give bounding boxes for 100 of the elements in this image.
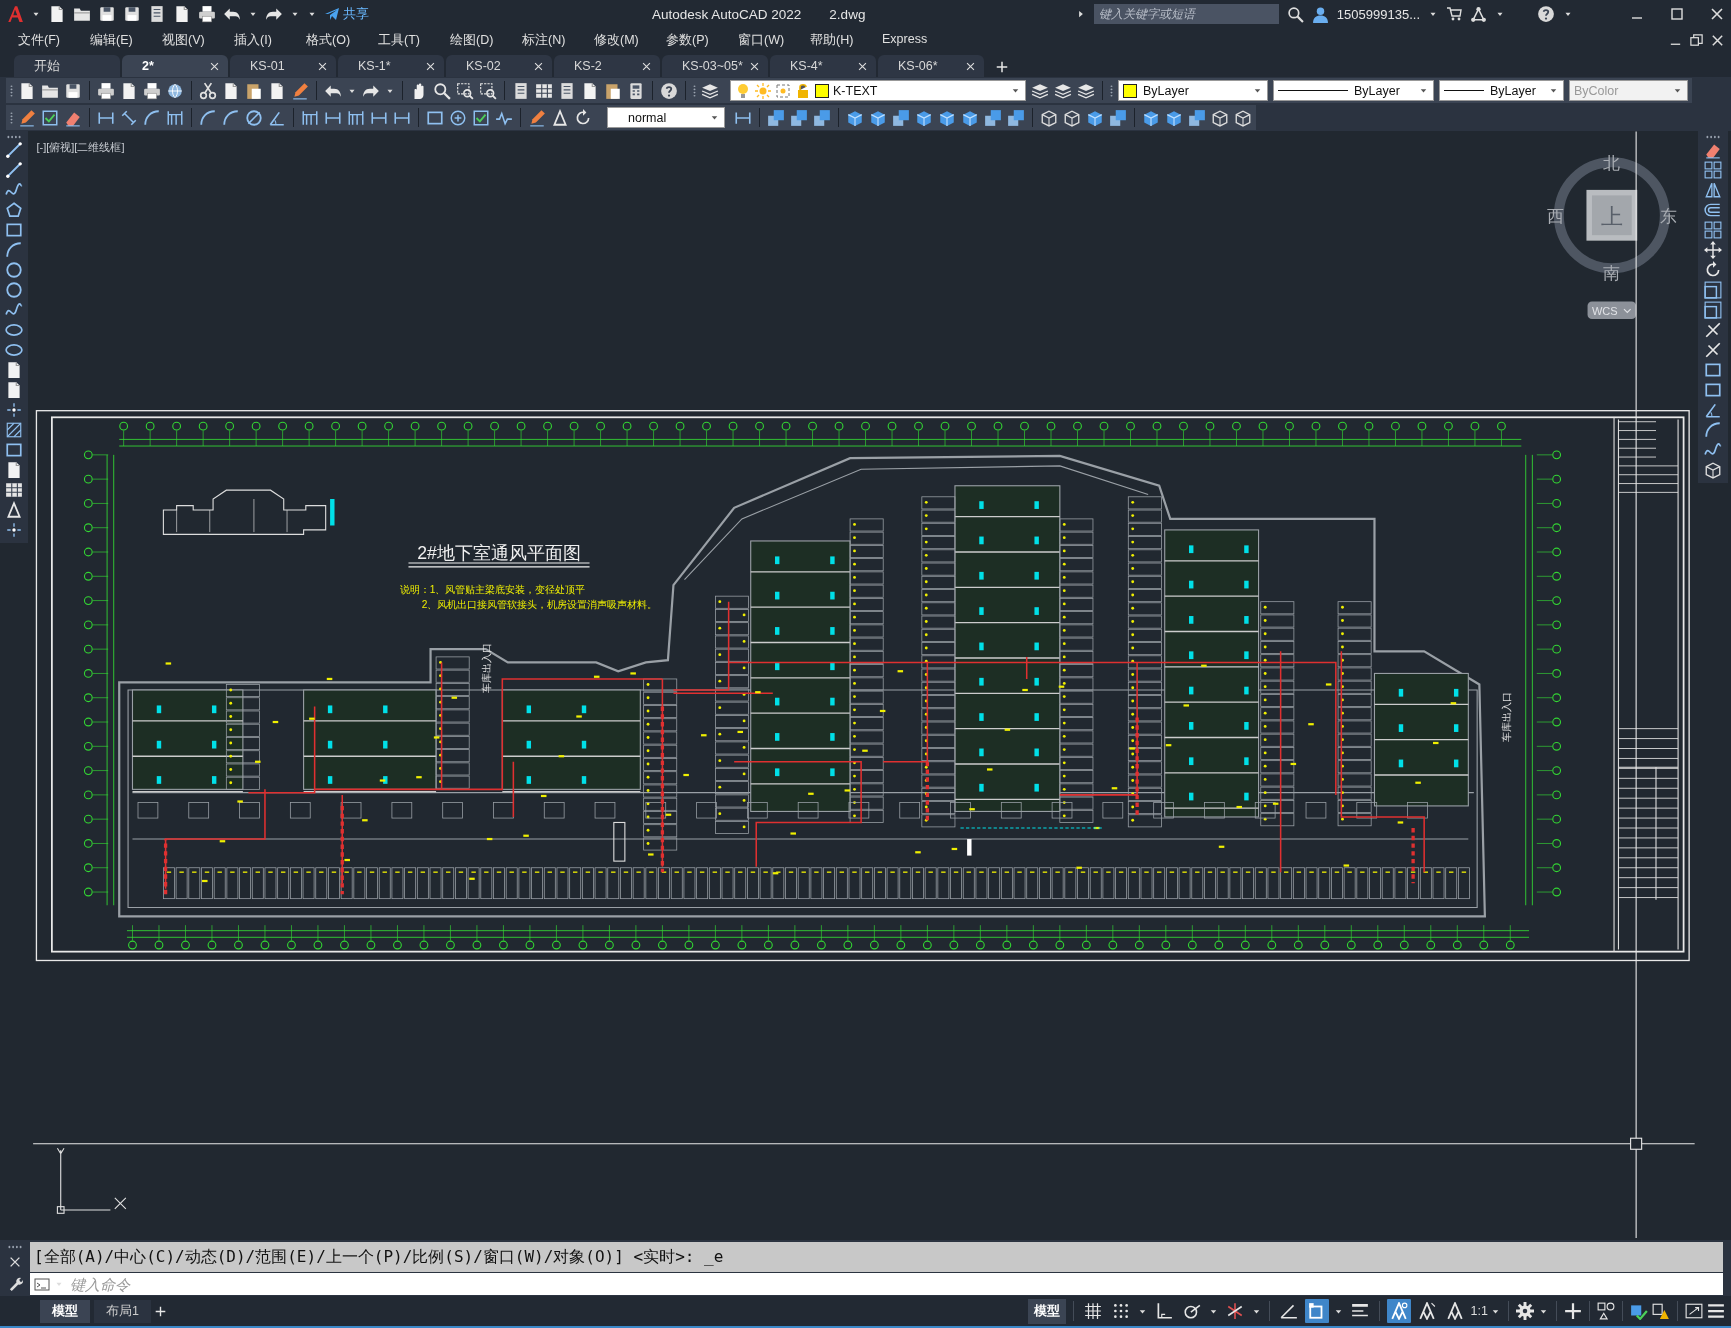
menu-item[interactable]: 绘图(D) (450, 31, 522, 49)
arc-icon[interactable] (222, 108, 240, 127)
layer-match-icon[interactable] (1031, 81, 1049, 100)
cube-icon[interactable] (984, 108, 1002, 127)
menu-item[interactable]: 文件(F) (18, 31, 90, 49)
app-logo-icon[interactable] (6, 5, 24, 23)
cube-icon[interactable] (846, 108, 864, 127)
cube-icon[interactable] (767, 108, 785, 127)
file-tab[interactable]: KS-1* (338, 55, 444, 77)
viewport-label[interactable]: [-][俯视][二维线框] (36, 141, 125, 154)
file-tab[interactable]: 开始 (14, 55, 120, 77)
layer-dropdown[interactable]: K-TEXT (730, 80, 1026, 101)
object-snap-toggle[interactable] (1304, 1299, 1329, 1323)
cube-icon[interactable] (915, 108, 933, 127)
cube-icon[interactable] (961, 108, 979, 127)
model-space-button[interactable]: 模型 (1027, 1298, 1066, 1324)
triangle-icon[interactable] (5, 501, 23, 519)
close-icon[interactable] (1710, 32, 1725, 48)
circle-icon[interactable] (5, 261, 23, 279)
user-name[interactable]: 1505999135... (1336, 6, 1420, 22)
plus-icon[interactable] (1564, 1302, 1582, 1320)
triangle-icon[interactable] (551, 108, 569, 127)
print-icon[interactable] (97, 81, 115, 100)
menu-item[interactable]: 帮助(H) (810, 31, 882, 49)
help-icon[interactable] (660, 81, 678, 100)
line-icon[interactable] (5, 161, 23, 179)
check-icon[interactable] (41, 108, 59, 127)
box-icon[interactable] (1234, 108, 1252, 127)
move-icon[interactable] (1704, 241, 1722, 259)
menu-item[interactable]: 修改(M) (594, 31, 666, 49)
share-button[interactable]: 共享 (324, 5, 369, 23)
cube-icon[interactable] (1086, 108, 1104, 127)
offset-icon[interactable] (1704, 201, 1722, 219)
layer-state-icon[interactable] (1077, 81, 1095, 100)
menu-item[interactable]: 插入(I) (234, 31, 306, 49)
compass-label[interactable]: 南 (1603, 264, 1621, 284)
inspection-icon[interactable] (472, 108, 490, 127)
file-tab[interactable]: KS-4* (770, 55, 876, 77)
menu-item[interactable]: 工具(T) (378, 31, 450, 49)
linetype-dropdown[interactable]: ByLayer (1273, 80, 1434, 101)
close-icon[interactable] (749, 60, 760, 72)
file-tab[interactable]: KS-03~05* (662, 55, 768, 77)
compass-label[interactable]: 西 (1547, 206, 1565, 226)
gear-icon[interactable] (1516, 1302, 1534, 1320)
cube-icon[interactable] (813, 108, 831, 127)
scale-icon[interactable] (1704, 281, 1722, 299)
polygon-icon[interactable] (5, 201, 23, 219)
add-tab-icon[interactable] (996, 61, 1008, 73)
menu-item[interactable]: 参数(P) (666, 31, 738, 49)
arc-icon[interactable] (143, 108, 161, 127)
table-icon[interactable] (5, 481, 23, 499)
wrench-icon[interactable] (7, 1275, 23, 1291)
plot-icon[interactable] (143, 81, 161, 100)
box-icon[interactable] (1211, 108, 1229, 127)
line-icon[interactable] (5, 141, 23, 159)
save-as-icon[interactable] (123, 5, 141, 23)
arc-icon[interactable] (199, 108, 217, 127)
cube-icon[interactable] (892, 108, 910, 127)
new-file-icon[interactable] (48, 5, 66, 23)
box-icon[interactable] (1040, 108, 1058, 127)
user-icon[interactable] (1311, 5, 1329, 23)
close-icon[interactable] (209, 60, 220, 72)
rotate-icon[interactable] (1704, 261, 1722, 279)
search-icon[interactable] (1286, 5, 1304, 23)
close-icon[interactable] (317, 60, 328, 72)
search-field[interactable]: 键入关键字或短语 (1093, 4, 1279, 24)
shapes-icon[interactable] (1597, 1302, 1615, 1320)
warning-icon[interactable] (1652, 1302, 1670, 1320)
close-icon[interactable] (965, 60, 976, 72)
color-dropdown[interactable]: ByLayer (1118, 80, 1268, 101)
grid-panel-icon[interactable] (535, 81, 553, 100)
properties-panel-icon[interactable] (512, 81, 530, 100)
print-icon[interactable] (198, 5, 216, 23)
file-tab[interactable]: KS-01 (230, 55, 336, 77)
file-tab[interactable]: 2* (122, 55, 228, 77)
cube-icon[interactable] (1188, 108, 1206, 127)
fullscreen-icon[interactable] (1685, 1302, 1703, 1320)
cube-icon[interactable] (938, 108, 956, 127)
cart-icon[interactable] (1446, 6, 1462, 22)
new-file-icon[interactable] (18, 81, 36, 100)
file-tab[interactable]: KS-06* (878, 55, 984, 77)
close-icon[interactable] (1709, 6, 1725, 22)
annotation-scale-button[interactable]: 1:1 (1470, 1304, 1501, 1318)
close-icon[interactable] (425, 60, 436, 72)
restore-icon[interactable] (1689, 32, 1704, 48)
rectangle-icon[interactable] (5, 221, 23, 239)
cube-icon[interactable] (869, 108, 887, 127)
zoom-previous-icon[interactable] (479, 81, 497, 100)
file-tab[interactable]: KS-02 (446, 55, 552, 77)
file-tab[interactable]: KS-2 (554, 55, 660, 77)
edit-icon[interactable] (18, 108, 36, 127)
arc-icon[interactable] (5, 241, 23, 259)
layout-tab[interactable]: 模型 (40, 1299, 90, 1323)
maximize-icon[interactable] (1669, 6, 1685, 22)
box-icon[interactable] (1063, 108, 1081, 127)
ellipse-arc-icon[interactable] (5, 341, 23, 359)
close-icon[interactable] (857, 60, 868, 72)
brush-icon[interactable] (291, 81, 309, 100)
point-icon[interactable] (5, 401, 23, 419)
menu-item[interactable]: 标注(N) (522, 31, 594, 49)
